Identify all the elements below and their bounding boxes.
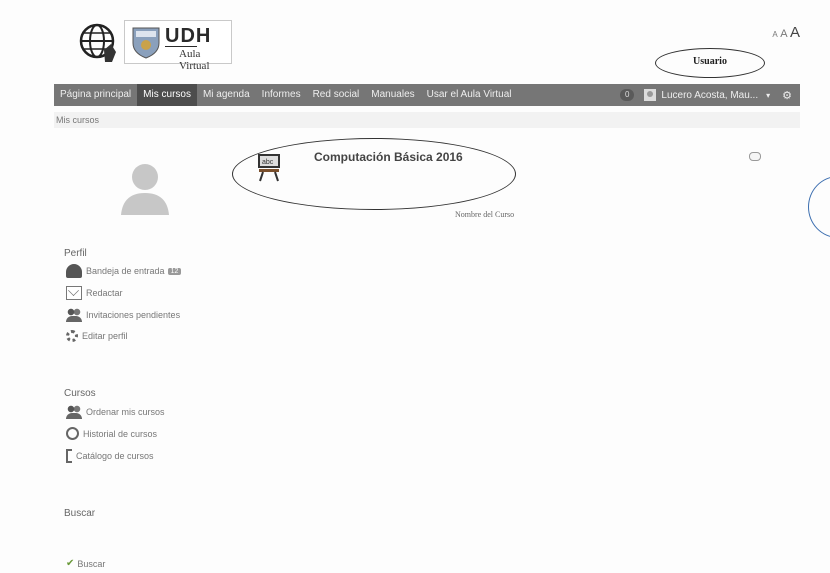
nav-item-social[interactable]: Red social — [307, 84, 366, 106]
edit-profile-icon — [66, 330, 78, 342]
user-avatar-icon[interactable] — [644, 89, 657, 101]
sidebar-item-course-catalog[interactable]: Catálogo de cursos — [66, 449, 154, 463]
sort-courses-label: Ordenar mis cursos — [86, 407, 165, 417]
nav-user-area: 0 Lucero Acosta, Mau... ▾ ⚙ — [619, 84, 800, 106]
sidebar-item-compose[interactable]: Redactar — [66, 286, 123, 300]
shield-logo-icon — [132, 27, 160, 59]
search-block-title: Buscar — [64, 508, 96, 519]
course-annotation-caption: Nombre del Curso — [455, 210, 515, 219]
sidebar: Perfil Bandeja de entrada 12 Redactar In… — [60, 140, 230, 573]
chevron-down-icon[interactable]: ▾ — [766, 91, 770, 100]
course-title-link[interactable]: Computación Básica 2016 — [314, 150, 463, 164]
course-board-icon: abc — [258, 154, 280, 182]
sidebar-item-edit-profile[interactable]: Editar perfil — [66, 330, 128, 342]
sidebar-item-invitations[interactable]: Invitaciones pendientes — [66, 308, 180, 322]
compose-label: Redactar — [86, 288, 123, 298]
sidebar-item-sort-courses[interactable]: Ordenar mis cursos — [66, 405, 165, 419]
user-menu[interactable]: Lucero Acosta, Mau... — [661, 90, 758, 101]
settings-icon[interactable]: ⚙ — [782, 89, 792, 102]
invitations-label: Invitaciones pendientes — [86, 310, 181, 320]
breadcrumb[interactable]: Mis cursos — [54, 112, 800, 128]
user-annotation-ellipse: Usuario — [655, 48, 765, 78]
nav-item-use-virtual-classroom[interactable]: Usar el Aula Virtual — [421, 84, 518, 106]
edge-annotation-arc — [808, 176, 830, 238]
header: UDH Aula Virtual A A A Usuario — [0, 0, 830, 80]
font-size-controls: A A A — [772, 24, 800, 41]
search-button[interactable]: ✔ Buscar — [66, 558, 105, 569]
profile-avatar-icon[interactable] — [115, 155, 175, 215]
logo-underline — [165, 46, 197, 47]
invitations-icon — [66, 308, 82, 322]
search-button-label: Buscar — [77, 558, 106, 569]
history-label: Historial de cursos — [83, 428, 158, 439]
checkmark-icon: ✔ — [66, 558, 75, 569]
inbox-count-badge: 12 — [167, 267, 182, 275]
site-logo[interactable]: UDH Aula Virtual — [124, 20, 232, 72]
nav-item-agenda[interactable]: Mi agenda — [197, 84, 256, 106]
nav-item-manuals[interactable]: Manuales — [365, 84, 420, 106]
user-annotation-label: Usuario — [693, 56, 727, 67]
main-nav: Página principal Mis cursos Mi agenda In… — [54, 84, 800, 106]
collapse-icon[interactable] — [749, 152, 761, 161]
logo-subtitle: Aula Virtual — [179, 48, 210, 72]
sidebar-item-inbox[interactable]: Bandeja de entrada 12 — [66, 264, 182, 278]
catalog-icon — [66, 449, 72, 463]
svg-text:abc: abc — [262, 159, 274, 166]
sidebar-item-course-history[interactable]: Historial de cursos — [66, 427, 157, 440]
catalog-label: Catálogo de cursos — [76, 451, 154, 461]
nav-item-home[interactable]: Página principal — [54, 84, 137, 106]
logo-text: UDH — [165, 25, 212, 47]
compose-icon — [66, 286, 82, 300]
inbox-label: Bandeja de entrada — [86, 266, 165, 276]
inbox-icon — [66, 264, 82, 278]
font-size-small-button[interactable]: A — [772, 30, 777, 39]
sort-courses-icon — [66, 405, 82, 419]
font-size-large-button[interactable]: A — [790, 24, 800, 41]
profile-block-title: Perfil — [64, 248, 87, 259]
history-icon — [66, 427, 79, 440]
globe-logo-icon — [79, 23, 116, 62]
edit-profile-label: Editar perfil — [82, 331, 128, 341]
font-size-medium-button[interactable]: A — [780, 28, 787, 40]
courses-block-title: Cursos — [64, 388, 96, 399]
nav-item-reports[interactable]: Informes — [256, 84, 307, 106]
nav-item-my-courses[interactable]: Mis cursos — [137, 84, 197, 106]
notification-badge[interactable]: 0 — [619, 89, 635, 101]
